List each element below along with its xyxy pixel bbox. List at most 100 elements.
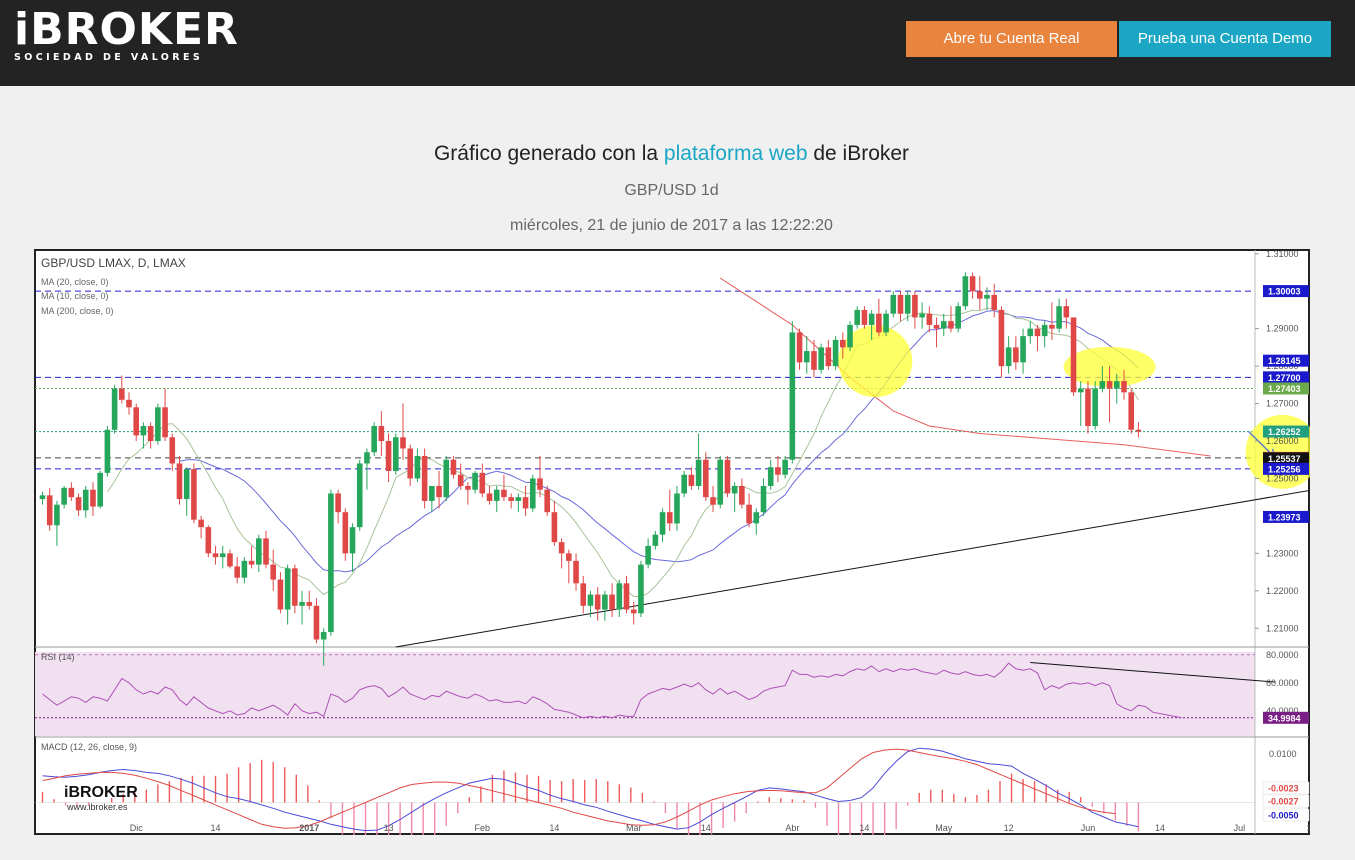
candle-body [933,324,940,329]
price-badge-label: 1.27403 [1268,384,1301,394]
candle-body [746,504,752,524]
rsi-label: RSI (14) [41,652,75,662]
candle-body [767,467,774,486]
legend-ma200: MA (200, close, 0) [41,306,114,316]
candle-body [241,560,248,578]
price-badge-label: 1.30003 [1268,287,1301,297]
rsi-badge-label: 34.9984 [1268,713,1301,723]
candle-body [443,459,450,498]
candle-body [39,495,46,500]
candle-body [198,519,204,528]
candle-body [969,276,976,292]
candle-body [97,472,103,507]
candle-body [82,489,89,511]
candle-body [147,426,154,442]
candle-body [1077,388,1084,393]
candle-body [984,294,990,299]
x-tick-label: 14 [1155,823,1165,833]
candle-body [493,489,500,501]
candle [955,302,961,333]
legend-ma10: MA (10, close, 0) [41,291,109,301]
candle-body [919,313,925,318]
candle-body [508,497,514,501]
candle-body [450,459,457,475]
candle-body [529,478,536,509]
candle [832,336,839,370]
candle-body [645,545,651,565]
x-tick-label: 14 [701,823,711,833]
web-platform-link[interactable]: plataforma web [664,142,808,165]
candle-body [306,602,313,606]
candle-body [1121,381,1127,393]
candle-body [501,489,507,498]
candle-body [111,388,118,430]
candle-body [674,493,680,524]
candle [890,291,897,318]
y-tick-label: 1.31000 [1266,249,1299,259]
y-tick-label: 1.21000 [1266,623,1299,633]
x-tick-label: Jun [1081,823,1096,833]
candle-body [840,339,846,348]
candle-body [587,594,594,606]
candle-body [90,489,96,507]
candle-body [811,351,817,370]
candle-body [977,291,983,299]
candle-body [205,527,212,554]
candle-body [847,324,853,348]
candle-body [1106,381,1113,389]
candle-body [292,568,298,606]
candle-body [61,487,67,505]
candle-body [219,553,226,558]
candle-body [854,309,861,325]
candle-body [522,497,529,509]
candle-body [890,294,897,314]
candle-body [1113,381,1120,389]
candle-body [472,472,478,490]
macd-badge-label: -0.0023 [1268,784,1299,794]
top-navbar: iBROKER SOCIEDAD DE VALORES Abre tu Cuen… [0,0,1355,86]
candle-body [638,564,644,614]
x-tick-label: Dic [130,823,143,833]
price-chart[interactable]: 1.310001.290001.280001.270001.260001.250… [34,249,1355,860]
candle-body [897,294,904,314]
open-real-account-button[interactable]: Abre tu Cuenta Real [906,21,1117,57]
candle-body [832,339,839,367]
x-tick-label: 14 [1306,823,1310,833]
candle-body [616,583,623,610]
candle [818,343,824,374]
candle [392,433,399,475]
candle-body [904,294,911,314]
candle-body [349,527,356,554]
candle-body [782,459,788,475]
ibroker-logo[interactable]: iBROKER SOCIEDAD DE VALORES [14,6,239,64]
try-demo-account-button[interactable]: Prueba una Cuenta Demo [1119,21,1331,57]
candle [883,309,889,337]
candle-body [378,426,385,442]
candle-body [789,332,796,460]
candle-body [883,313,889,333]
candle-body [1027,328,1034,337]
heading-prefix: Gráfico generado con la [433,142,664,165]
candle-body [1049,324,1055,329]
candle-body [710,497,716,505]
candle-body [263,538,269,565]
candle-body [1034,328,1041,337]
page-heading: Gráfico generado con la plataforma web d… [0,142,1343,166]
candle-body [212,553,219,558]
candle-body [284,568,291,610]
candle-body [731,485,738,494]
candle-body [739,485,745,505]
candle-body [54,504,60,526]
y-tick-label: 1.25000 [1266,473,1299,483]
watermark-url: www.ibroker.es [66,802,128,812]
candle-body [580,583,587,606]
candle-body [602,594,608,610]
candle-body [429,485,435,501]
candle [847,321,853,352]
candle-body [176,463,183,500]
candle-body [753,512,760,524]
candle-body [465,485,471,490]
candle-body [1070,317,1077,393]
candle [155,403,161,445]
candle-body [652,534,659,546]
